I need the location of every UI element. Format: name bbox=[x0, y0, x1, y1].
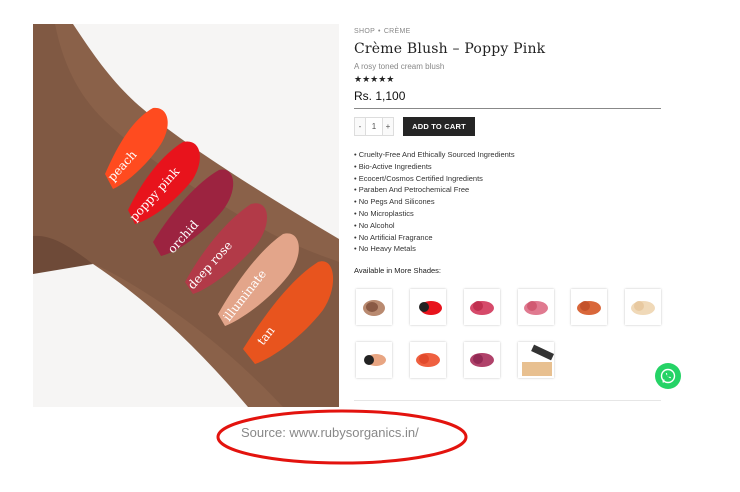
list-item: • No Artificial Fragrance bbox=[354, 232, 433, 242]
list-item: • No Alcohol bbox=[354, 220, 395, 230]
list-item: • Bio-Active Ingredients bbox=[354, 161, 432, 171]
shade-thumbnail[interactable] bbox=[356, 342, 392, 378]
shade-thumbnail[interactable] bbox=[518, 289, 554, 325]
whatsapp-icon[interactable] bbox=[655, 363, 681, 389]
product-subtitle: A rosy toned cream blush bbox=[354, 62, 445, 71]
feature-list: • Cruelty-Free And Ethically Sourced Ing… bbox=[354, 149, 664, 255]
shade-thumbnail[interactable] bbox=[464, 342, 500, 378]
divider bbox=[354, 108, 661, 109]
cart-row: - 1 + ADD TO CART bbox=[354, 117, 664, 136]
product-image[interactable]: peach poppy pink orchid deep rose illumi… bbox=[33, 24, 339, 407]
product-info: SHOP • CRÈME Crème Blush – Poppy Pink A ro… bbox=[354, 26, 664, 275]
list-item: • Cruelty-Free And Ethically Sourced Ing… bbox=[354, 150, 515, 159]
qty-input[interactable]: 1 bbox=[365, 118, 383, 135]
product-price: Rs. 1,100 bbox=[354, 89, 406, 103]
shades-heading: Available in More Shades: bbox=[354, 266, 441, 276]
list-item: • Ecocert/Cosmos Certified Ingredients bbox=[354, 173, 483, 183]
shade-thumbnail[interactable] bbox=[410, 289, 446, 325]
source-caption: Source: www.rubysorganics.in/ bbox=[241, 425, 419, 440]
shade-thumbnail[interactable] bbox=[410, 342, 446, 378]
list-item: • No Pegs And Silicones bbox=[354, 197, 435, 207]
list-item: • Paraben And Petrochemical Free bbox=[354, 185, 470, 195]
quantity-stepper: - 1 + bbox=[354, 117, 394, 136]
list-item: • No Heavy Metals bbox=[354, 244, 416, 254]
shade-thumbnail[interactable] bbox=[464, 289, 500, 325]
shade-thumbnail[interactable] bbox=[518, 342, 554, 378]
product-title: Crème Blush – Poppy Pink bbox=[354, 41, 546, 57]
breadcrumb-separator: • bbox=[378, 28, 381, 35]
breadcrumb-item-shop[interactable]: SHOP bbox=[354, 28, 375, 35]
shade-thumbnail[interactable] bbox=[356, 289, 392, 325]
shade-thumbnail[interactable] bbox=[625, 289, 661, 325]
list-item: • No Microplastics bbox=[354, 208, 414, 218]
divider bbox=[354, 400, 661, 401]
breadcrumb: SHOP • CRÈME bbox=[354, 28, 664, 35]
rating-stars: ★★★★★ bbox=[354, 74, 395, 84]
breadcrumb-item-creme[interactable]: CRÈME bbox=[384, 28, 411, 35]
shade-thumbnail[interactable] bbox=[571, 289, 607, 325]
add-to-cart-button[interactable]: ADD TO CART bbox=[403, 117, 475, 136]
qty-minus-button[interactable]: - bbox=[355, 118, 365, 135]
qty-plus-button[interactable]: + bbox=[383, 118, 393, 135]
